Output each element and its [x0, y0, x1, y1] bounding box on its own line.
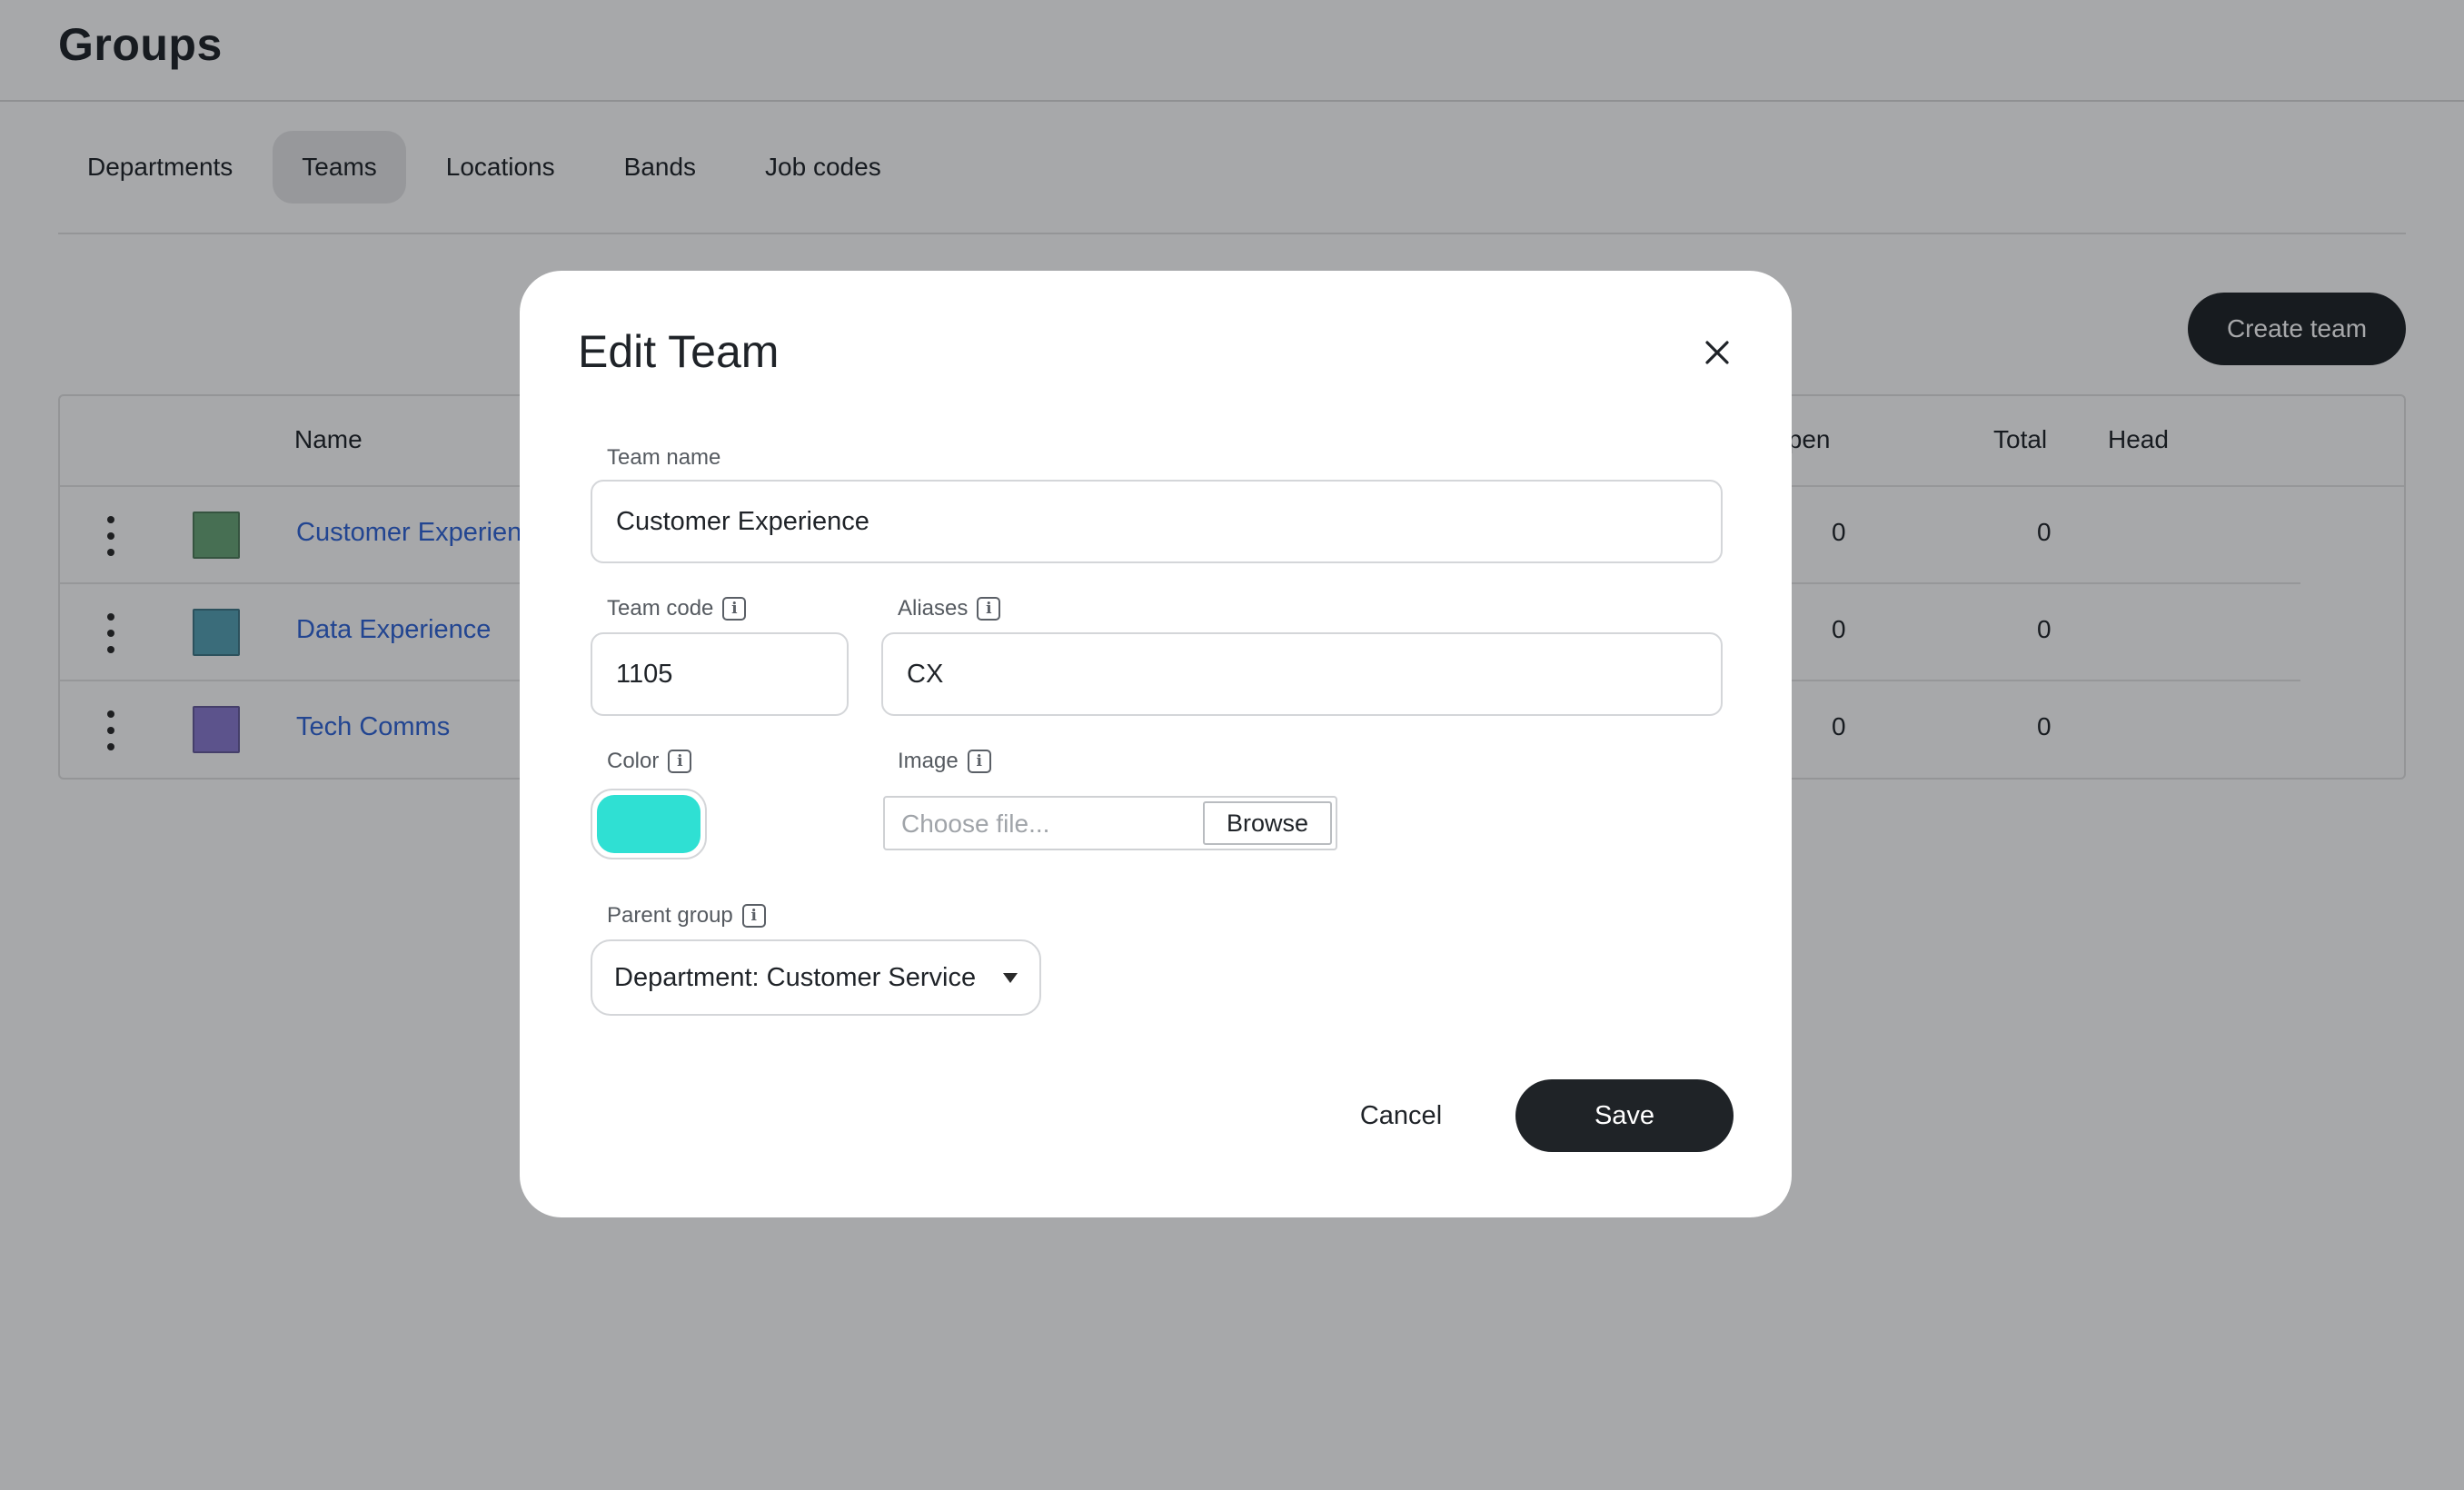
color-label: Color i: [607, 749, 692, 774]
save-button[interactable]: Save: [1515, 1079, 1734, 1152]
info-icon[interactable]: i: [722, 597, 747, 621]
cancel-button[interactable]: Cancel: [1328, 1079, 1474, 1152]
team-code-input[interactable]: [591, 632, 849, 716]
dialog-title: Edit Team: [578, 326, 780, 377]
browse-button[interactable]: Browse: [1203, 801, 1332, 845]
info-icon[interactable]: i: [741, 904, 766, 928]
info-icon[interactable]: i: [977, 597, 1001, 621]
file-placeholder: Choose file...: [901, 810, 1050, 838]
aliases-input[interactable]: [881, 632, 1723, 716]
team-name-input[interactable]: [591, 480, 1723, 563]
color-preview: [597, 795, 700, 853]
edit-team-dialog: Edit Team Team name Team code i Aliases …: [520, 271, 1792, 1217]
close-button[interactable]: [1697, 333, 1737, 372]
team-name-label: Team name: [607, 445, 721, 470]
caret-down-icon: [1003, 972, 1018, 983]
parent-group-value: Department: Customer Service: [614, 962, 977, 992]
color-picker[interactable]: [591, 789, 707, 859]
image-file-input[interactable]: Choose file... Browse: [883, 796, 1337, 850]
image-label: Image i: [898, 749, 991, 774]
parent-group-label: Parent group i: [607, 903, 766, 929]
info-icon[interactable]: i: [967, 750, 991, 773]
team-code-label: Team code i: [607, 596, 747, 621]
info-icon[interactable]: i: [668, 750, 692, 773]
close-icon: [1705, 341, 1729, 364]
aliases-label: Aliases i: [898, 596, 1001, 621]
parent-group-select[interactable]: Department: Customer Service: [591, 939, 1041, 1016]
